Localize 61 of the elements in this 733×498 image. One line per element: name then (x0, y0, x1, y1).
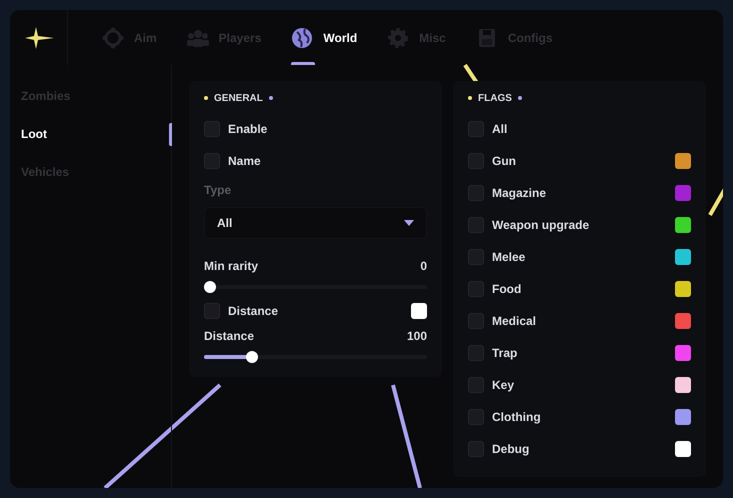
slider-value: 100 (406, 328, 427, 345)
checkbox-label: Clothing (492, 409, 541, 426)
checkbox-label: Key (492, 377, 514, 394)
tab[interactable]: World (279, 10, 370, 65)
checkbox[interactable] (468, 313, 484, 329)
color-swatch[interactable] (675, 281, 691, 297)
color-swatch[interactable] (675, 441, 691, 457)
globe-icon (291, 26, 314, 48)
checkbox-label: Melee (492, 249, 526, 266)
checkbox[interactable] (468, 121, 484, 137)
checkbox[interactable] (204, 153, 220, 169)
checkbox-label: Food (492, 281, 522, 298)
sidebar-item[interactable]: Loot (10, 115, 171, 153)
color-swatch[interactable] (675, 409, 691, 425)
color-swatch[interactable] (675, 345, 691, 361)
checkbox-label: Gun (492, 153, 516, 170)
bullet-icon (468, 96, 472, 100)
checkbox[interactable] (468, 185, 484, 201)
checkbox[interactable] (468, 409, 484, 425)
crosshair-icon (102, 26, 124, 48)
slider-label: Min rarity (204, 258, 258, 275)
caret-icon (404, 220, 414, 226)
bullet-icon (268, 96, 273, 100)
checkbox-label: Debug (492, 441, 530, 458)
checkbox[interactable] (204, 121, 220, 137)
star-logo-icon (24, 26, 54, 50)
color-swatch[interactable] (675, 217, 691, 233)
panel-title: FLAGS (478, 92, 512, 106)
checkbox-label: Enable (228, 121, 268, 138)
checkbox-label: Distance (228, 303, 278, 320)
checkbox[interactable] (204, 303, 220, 319)
slider-label: Distance (204, 328, 254, 345)
checkbox-label: Medical (492, 313, 536, 330)
checkbox-label: Trap (492, 345, 518, 362)
checkbox[interactable] (468, 249, 484, 265)
bullet-icon (518, 96, 522, 100)
color-swatch[interactable] (675, 377, 691, 393)
checkbox[interactable] (468, 441, 484, 457)
color-swatch[interactable] (675, 313, 691, 329)
color-swatch[interactable] (675, 153, 691, 169)
field-label: Type (204, 182, 232, 199)
checkbox[interactable] (468, 377, 484, 393)
checkbox-label: Name (228, 153, 261, 170)
checkbox-label: Magazine (492, 185, 546, 202)
checkbox[interactable] (468, 345, 484, 361)
selection-indicator (169, 123, 172, 146)
checkbox[interactable] (468, 281, 484, 297)
slider-thumb[interactable] (204, 281, 216, 293)
checkbox-label: All (492, 121, 508, 138)
slider-value: 0 (420, 258, 427, 275)
slider-thumb[interactable] (246, 351, 258, 363)
checkbox[interactable] (468, 217, 484, 233)
color-swatch[interactable] (675, 185, 691, 201)
type-dropdown[interactable]: All (204, 207, 427, 239)
checkbox-label: Weapon upgrade (492, 217, 590, 234)
color-swatch[interactable] (675, 249, 691, 265)
gear-icon (387, 26, 410, 48)
color-swatch[interactable] (411, 303, 427, 319)
panel-title: GENERAL (214, 92, 263, 106)
bullet-icon (204, 96, 208, 100)
checkbox[interactable] (468, 153, 484, 169)
